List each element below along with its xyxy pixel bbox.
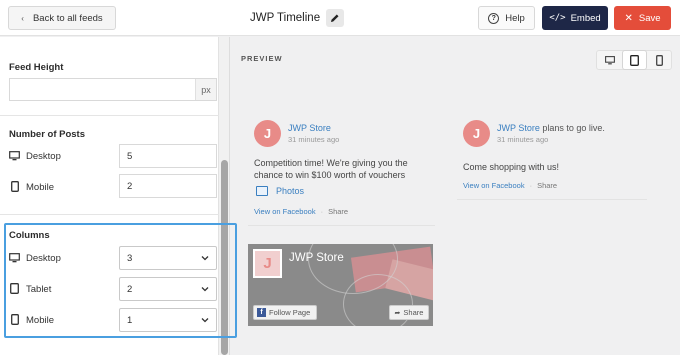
edit-title-button[interactable]	[326, 9, 345, 27]
columns-tablet-value: 2	[127, 283, 133, 295]
post-divider	[457, 199, 647, 200]
feed-height-label: Feed Height	[9, 62, 64, 73]
embed-label: Embed	[570, 12, 601, 24]
preview-tablet-button[interactable]	[622, 50, 647, 70]
mobile-icon	[9, 181, 20, 192]
post2-author-line: JWP Store plans to go live.	[497, 123, 605, 133]
feed-height-unit: px	[195, 79, 216, 100]
follow-page-label: Follow Page	[269, 308, 311, 317]
posts-desktop-value: 5	[127, 150, 133, 162]
columns-mobile-select[interactable]: 1	[119, 308, 217, 332]
page-share-label: Share	[403, 308, 424, 317]
post2-author-link[interactable]: JWP Store	[497, 123, 540, 133]
post1-photos-label: Photos	[276, 186, 305, 196]
post2-time: 31 minutes ago	[497, 135, 549, 144]
help-button[interactable]: ? Help	[478, 6, 535, 30]
question-icon: ?	[488, 12, 500, 24]
section-divider	[0, 115, 219, 116]
post1-meta: View on Facebook · Share	[254, 207, 349, 216]
post-divider	[248, 225, 435, 226]
back-button-label: Back to all feeds	[32, 12, 103, 24]
mobile-icon	[656, 54, 663, 66]
help-label: Help	[505, 12, 525, 24]
columns-desktop-label: Desktop	[26, 253, 61, 264]
follow-page-button[interactable]: f Follow Page	[253, 305, 317, 320]
save-button[interactable]: ✕ Save	[614, 6, 671, 30]
image-icon	[256, 186, 268, 196]
post1-avatar: J	[254, 120, 281, 147]
chevron-down-icon	[201, 256, 209, 261]
post1-text: Competition time! We're giving you the c…	[254, 158, 408, 180]
feed-title-area: JWP Timeline	[250, 9, 345, 27]
number-of-posts-label: Number of Posts	[9, 129, 86, 140]
tablet-icon	[9, 283, 20, 294]
columns-desktop-select[interactable]: 3	[119, 246, 217, 270]
device-toggle	[596, 50, 672, 70]
columns-mobile-label: Mobile	[26, 315, 54, 326]
chevron-left-icon: ‹	[21, 13, 24, 23]
post2-avatar: J	[463, 120, 490, 147]
preview-label: PREVIEW	[241, 54, 283, 63]
pencil-icon	[331, 14, 339, 22]
columns-tablet-select[interactable]: 2	[119, 277, 217, 301]
code-icon: </>	[549, 13, 566, 23]
desktop-icon	[604, 55, 615, 64]
chevron-down-icon	[201, 318, 209, 323]
posts-mobile-label: Mobile	[26, 182, 54, 193]
columns-label: Columns	[9, 230, 50, 241]
back-to-feeds-button[interactable]: ‹ Back to all feeds	[8, 6, 116, 30]
post2-author-rest: plans to go live.	[539, 123, 605, 133]
post1-time: 31 minutes ago	[288, 135, 340, 144]
chevron-down-icon	[201, 287, 209, 292]
sidebar-scrollbar-thumb[interactable]	[221, 160, 228, 355]
desktop-icon	[9, 150, 20, 161]
share-arrow-icon: ➦	[394, 309, 401, 317]
posts-desktop-input[interactable]: 5	[119, 144, 217, 168]
embed-button[interactable]: </> Embed	[542, 6, 608, 30]
post1-author-link[interactable]: JWP Store	[288, 123, 331, 133]
feed-height-input[interactable]: px	[9, 78, 217, 101]
top-toolbar: ‹ Back to all feeds JWP Timeline ? Help …	[0, 0, 680, 36]
posts-mobile-value: 2	[127, 180, 133, 192]
tablet-icon	[630, 54, 639, 66]
columns-tablet-label: Tablet	[26, 284, 52, 295]
close-icon: ✕	[624, 12, 633, 24]
post2-meta: View on Facebook · Share	[463, 181, 558, 190]
preview-desktop-button[interactable]	[597, 51, 622, 69]
post2-share-link[interactable]: Share	[537, 181, 557, 190]
post1-view-on-facebook-link[interactable]: View on Facebook	[254, 207, 316, 216]
post2-text: Come shopping with us!	[463, 162, 560, 172]
post1-photos-link[interactable]: Photos	[256, 186, 304, 196]
posts-desktop-label: Desktop	[26, 151, 61, 162]
columns-desktop-value: 3	[127, 252, 133, 264]
post2-view-on-facebook-link[interactable]: View on Facebook	[463, 181, 525, 190]
page-avatar: J	[253, 249, 282, 278]
mobile-icon	[9, 314, 20, 325]
desktop-icon	[9, 252, 20, 263]
section-divider	[0, 214, 219, 215]
preview-mobile-button[interactable]	[647, 51, 672, 69]
post1-share-link[interactable]: Share	[328, 207, 348, 216]
feed-title: JWP Timeline	[250, 12, 321, 24]
facebook-icon: f	[257, 308, 266, 317]
posts-mobile-input[interactable]: 2	[119, 174, 217, 198]
page-name[interactable]: JWP Store	[289, 252, 344, 264]
columns-mobile-value: 1	[127, 314, 133, 326]
save-label: Save	[638, 12, 661, 24]
page-share-button[interactable]: ➦ Share	[389, 305, 429, 320]
